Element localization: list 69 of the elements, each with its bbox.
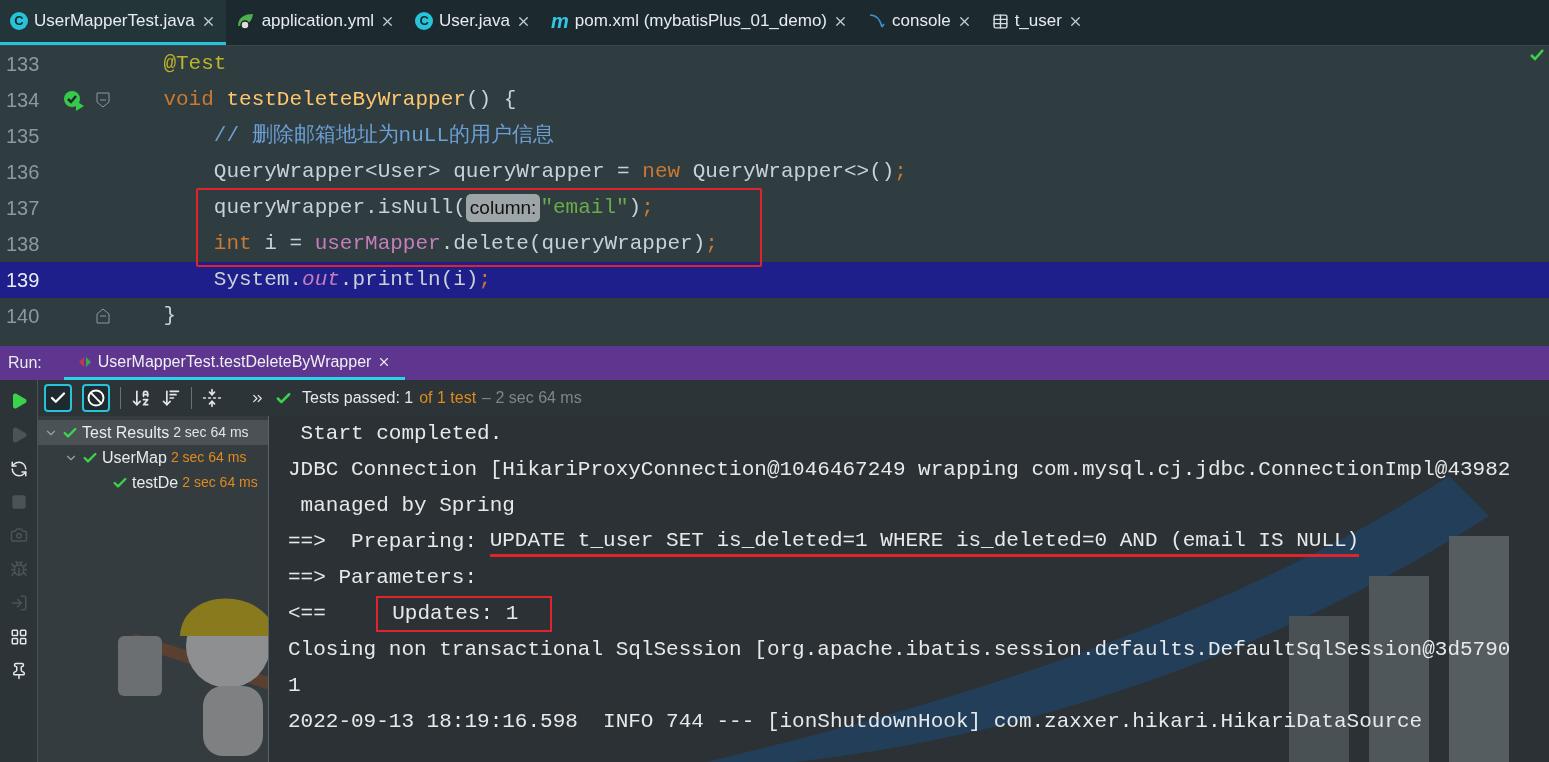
file-tab[interactable]: C UserMapperTest.java <box>0 0 226 45</box>
expand-icon[interactable] <box>202 388 222 408</box>
show-passed-toggle[interactable] <box>44 384 72 412</box>
show-ignored-toggle[interactable] <box>82 384 110 412</box>
sort-alpha-icon[interactable] <box>131 388 151 408</box>
console-line: ==> Preparing: UPDATE t_user SET is_deleted=1 WHERE is_deleted=0 AND (email IS NULL) <box>269 524 1549 560</box>
line-number: 133 <box>5 52 41 77</box>
leaf-gear-icon <box>235 12 256 30</box>
code-text: System.out.println(i); <box>212 267 492 294</box>
tree-item[interactable]: UserMap 2 sec 64 ms <box>38 445 268 470</box>
check-icon <box>1529 48 1545 62</box>
line-number: 136 <box>5 160 41 185</box>
code-text: int i = userMapper.delete(queryWrapper); <box>212 231 718 258</box>
test-status-text: – 2 sec 64 ms <box>482 388 582 408</box>
test-status-text: of 1 test <box>419 388 477 408</box>
layout-icon[interactable] <box>9 628 28 646</box>
class-icon: C <box>10 12 28 30</box>
fold-marker-icon[interactable] <box>96 92 110 108</box>
run-test-icon[interactable] <box>62 89 86 111</box>
console-line: Closing non transactional SqlSession [org.apache.ibatis.session.defaults.DefaultSqlSession@3d5790 <box>287 637 1512 664</box>
console-line: managed by Spring <box>299 493 516 520</box>
test-duration: 2 sec 64 ms <box>170 448 247 467</box>
console-line: Start completed. <box>299 421 504 448</box>
tree-item[interactable]: Test Results 2 sec 64 ms <box>38 420 268 445</box>
tab-label: t_user <box>1014 10 1062 33</box>
code-text: } <box>162 303 176 330</box>
file-tab[interactable]: m pom.xml (mybatisPlus_01_demo) <box>540 0 858 45</box>
tab-label: console <box>892 10 951 33</box>
test-name: testDe <box>132 472 179 493</box>
tab-label: UserMapperTest.java <box>34 10 195 33</box>
line-number: 135 <box>5 124 41 149</box>
ban-icon <box>87 389 105 407</box>
code-text: @Test <box>162 51 227 78</box>
run-label: Run: <box>8 353 42 373</box>
code-text: void testDeleteByWrapper() { <box>162 87 517 114</box>
line-number: 137 <box>5 196 41 221</box>
refresh-icon[interactable] <box>9 460 28 478</box>
line-number: 139 <box>5 268 41 293</box>
file-tab[interactable]: C User.java <box>405 0 541 45</box>
line-number: 134 <box>5 88 41 113</box>
class-icon: C <box>415 12 434 30</box>
console-line: ==> Parameters: <box>287 565 479 592</box>
tab-label: User.java <box>439 10 510 33</box>
code-text: QueryWrapper<User> queryWrapper = new QueryWrapper<>(); <box>212 159 907 186</box>
run-tab-label: UserMapperTest.testDeleteByWrapper <box>97 351 372 372</box>
fold-marker-icon[interactable] <box>96 308 110 324</box>
table-icon <box>991 12 1009 30</box>
test-duration: 2 sec 64 ms <box>182 473 258 492</box>
tree-item[interactable]: testDe 2 sec 64 ms <box>38 470 268 495</box>
line-number: 138 <box>5 232 41 257</box>
test-name: UserMap <box>102 447 167 468</box>
console-line: <== Updates: 1 <box>269 596 1549 632</box>
file-tab[interactable]: t_user <box>981 0 1093 45</box>
file-tab[interactable]: application.yml <box>225 0 406 45</box>
test-name: Test Results <box>82 422 170 443</box>
test-status-text: Tests passed: 1 <box>302 388 414 408</box>
tab-label: application.yml <box>261 10 375 33</box>
console-line: JDBC Connection [HikariProxyConnection@1046467249 wrapping com.mysql.cj.jdbc.ConnectionImpl@43982 <box>287 457 1512 484</box>
test-duration: 2 sec 64 ms <box>173 423 249 442</box>
split-arrows-icon <box>77 355 92 368</box>
console-line: 1 <box>287 673 302 700</box>
line-number: 140 <box>5 304 41 329</box>
file-tab[interactable]: console <box>858 0 982 45</box>
code-text: queryWrapper.isNull( column: "email"); <box>212 193 654 224</box>
code-text: // 删除邮箱地址为nuLL的用户信息 <box>212 122 555 150</box>
tab-label: pom.xml (mybatisPlus_01_demo) <box>574 10 827 33</box>
sort-duration-icon[interactable] <box>161 388 181 408</box>
maven-icon: m <box>550 11 569 31</box>
console-line: 2022-09-13 18:19:16.598 INFO 744 --- [ionShutdownHook] com.zaxxer.hikari.HikariDataSource <box>287 709 1424 736</box>
